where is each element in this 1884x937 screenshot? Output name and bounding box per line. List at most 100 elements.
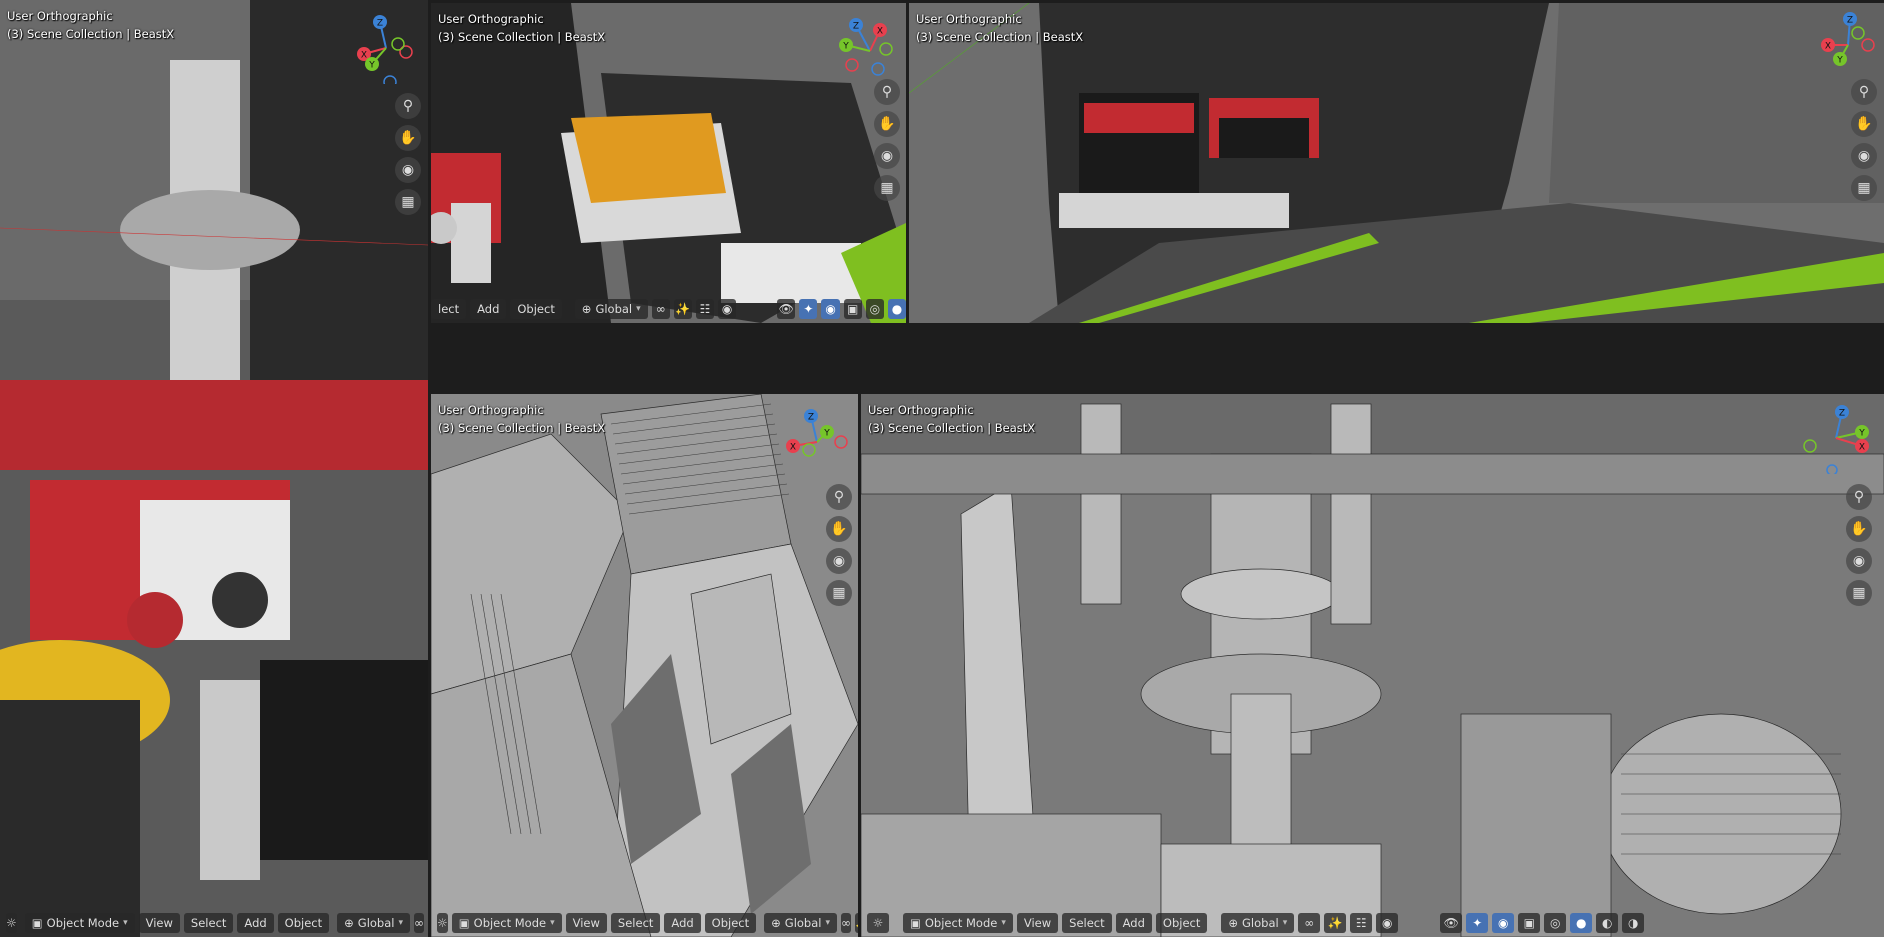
pivot-icon[interactable]: ∞ xyxy=(841,913,851,933)
add-menu[interactable]: Add xyxy=(1115,913,1152,933)
view-name: User Orthographic xyxy=(868,403,974,417)
camera-icon[interactable]: ◉ xyxy=(826,548,852,574)
chevron-down-icon: ▾ xyxy=(825,918,830,928)
snap-target-icon[interactable]: ☷ xyxy=(695,299,715,319)
editor-type-icon[interactable]: ☼ xyxy=(867,913,889,933)
snap-target-icon[interactable]: ☷ xyxy=(1350,913,1373,933)
object-menu[interactable]: Object xyxy=(704,913,757,933)
select-menu[interactable]: Select xyxy=(610,913,661,933)
pivot-icon[interactable]: ∞ xyxy=(1298,913,1321,933)
add-menu[interactable]: Add xyxy=(237,913,274,933)
proportional-edit-icon[interactable]: ◉ xyxy=(1376,913,1399,933)
viewport-info: User Orthographic (3) Scene Collection |… xyxy=(7,7,174,43)
proportional-edit-icon[interactable]: ◉ xyxy=(718,299,737,319)
chevron-down-icon: ▾ xyxy=(1282,918,1288,928)
viewport-bottom-right[interactable]: User Orthographic (3) Scene Collection |… xyxy=(861,394,1884,937)
overlay-toggle-icon[interactable]: ◉ xyxy=(1492,913,1515,933)
orientation-icon: ⊕ xyxy=(771,916,781,930)
navigation-gizmo[interactable]: Z X Y xyxy=(834,15,906,87)
camera-icon[interactable]: ◉ xyxy=(1846,548,1872,574)
orientation-icon: ⊕ xyxy=(1228,916,1239,930)
viewport-render xyxy=(909,3,1884,323)
pivot-icon[interactable]: ∞ xyxy=(414,913,424,933)
viewport-left[interactable]: User Orthographic (3) Scene Collection |… xyxy=(0,0,428,937)
mode-dropdown[interactable]: ▣ Object Mode ▾ xyxy=(903,913,1013,933)
transform-orientation-dropdown[interactable]: ⊕ Global ▾ xyxy=(1221,913,1295,933)
camera-icon[interactable]: ◉ xyxy=(395,157,421,183)
camera-icon[interactable]: ◉ xyxy=(874,143,900,169)
gizmo-toggle-icon[interactable]: ✦ xyxy=(799,299,818,319)
grid-icon[interactable]: ▦ xyxy=(1851,175,1877,201)
snap-icon[interactable]: ✨ xyxy=(855,913,858,933)
svg-text:Z: Z xyxy=(1839,409,1845,419)
transform-orientation-dropdown[interactable]: ⊕ Global ▾ xyxy=(574,299,648,319)
hand-pan-icon[interactable]: ✋ xyxy=(826,516,852,542)
add-menu[interactable]: Add xyxy=(470,299,507,319)
xray-icon[interactable]: ▣ xyxy=(1518,913,1541,933)
grid-icon[interactable]: ▦ xyxy=(395,189,421,215)
viewport-top-middle-nav: ⚲ ✋ ◉ ▦ xyxy=(874,79,900,201)
hand-pan-icon[interactable]: ✋ xyxy=(1846,516,1872,542)
viewport-bottom-middle[interactable]: User Orthographic (3) Scene Collection |… xyxy=(431,394,858,937)
mode-dropdown[interactable]: ▣ Object Mode ▾ xyxy=(24,913,135,933)
xray-icon[interactable]: ▣ xyxy=(843,299,862,319)
material-shading-icon[interactable]: ◐ xyxy=(1596,913,1619,933)
wireframe-shading-icon[interactable]: ◎ xyxy=(865,299,884,319)
viewport-top-middle[interactable]: User Orthographic (3) Scene Collection |… xyxy=(431,3,906,323)
camera-icon[interactable]: ◉ xyxy=(1851,143,1877,169)
grid-icon[interactable]: ▦ xyxy=(874,175,900,201)
rendered-shading-icon[interactable]: ◑ xyxy=(1622,913,1645,933)
overlay-toggle-icon[interactable]: ◉ xyxy=(821,299,840,319)
svg-text:Y: Y xyxy=(368,61,375,71)
zoom-icon[interactable]: ⚲ xyxy=(826,484,852,510)
grid-icon[interactable]: ▦ xyxy=(1846,580,1872,606)
object-menu[interactable]: Object xyxy=(1155,913,1208,933)
transform-orientation-dropdown[interactable]: ⊕ Global ▾ xyxy=(337,913,410,933)
view-menu[interactable]: View xyxy=(565,913,607,933)
editor-type-icon[interactable]: ☼ xyxy=(437,913,448,933)
zoom-icon[interactable]: ⚲ xyxy=(395,93,421,119)
visibility-icon[interactable]: 👁 xyxy=(777,299,796,319)
hand-pan-icon[interactable]: ✋ xyxy=(395,125,421,151)
navigation-gizmo[interactable]: Z Y X xyxy=(1800,402,1872,474)
zoom-icon[interactable]: ⚲ xyxy=(1851,79,1877,105)
visibility-icon[interactable]: 👁 xyxy=(1440,913,1463,933)
zoom-icon[interactable]: ⚲ xyxy=(1846,484,1872,510)
zoom-icon[interactable]: ⚲ xyxy=(874,79,900,105)
editor-type-icon[interactable]: ☼ xyxy=(6,913,17,933)
hand-pan-icon[interactable]: ✋ xyxy=(874,111,900,137)
add-menu[interactable]: Add xyxy=(664,913,701,933)
view-name: User Orthographic xyxy=(438,12,544,26)
collection-name: (3) Scene Collection | BeastX xyxy=(7,27,175,41)
navigation-gizmo[interactable]: Z X Y xyxy=(350,12,422,84)
viewport-info: User Orthographic (3) Scene Collection |… xyxy=(868,401,1035,437)
wireframe-shading-icon[interactable]: ◎ xyxy=(1544,913,1567,933)
svg-text:Z: Z xyxy=(808,413,814,423)
view-name: User Orthographic xyxy=(438,403,544,417)
view-menu[interactable]: View xyxy=(1016,913,1059,933)
svg-text:Z: Z xyxy=(1847,16,1853,26)
mode-label: Object Mode xyxy=(473,916,547,930)
mode-dropdown[interactable]: ▣ Object Mode ▾ xyxy=(451,913,562,933)
solid-shading-icon[interactable]: ● xyxy=(887,299,906,319)
grid-icon[interactable]: ▦ xyxy=(826,580,852,606)
select-menu[interactable]: lect xyxy=(431,299,467,319)
object-menu[interactable]: Object xyxy=(277,913,330,933)
viewport-top-right[interactable]: User Orthographic (3) Scene Collection |… xyxy=(909,3,1884,323)
snap-icon[interactable]: ✨ xyxy=(1324,913,1347,933)
select-menu[interactable]: Select xyxy=(1062,913,1112,933)
svg-text:X: X xyxy=(877,27,883,37)
pivot-icon[interactable]: ∞ xyxy=(651,299,670,319)
hand-pan-icon[interactable]: ✋ xyxy=(1851,111,1877,137)
view-menu[interactable]: View xyxy=(138,913,180,933)
mode-label: Object Mode xyxy=(46,916,120,930)
solid-shading-icon[interactable]: ● xyxy=(1570,913,1593,933)
select-menu[interactable]: Select xyxy=(183,913,234,933)
gizmo-toggle-icon[interactable]: ✦ xyxy=(1466,913,1489,933)
transform-orientation-dropdown[interactable]: ⊕ Global ▾ xyxy=(764,913,837,933)
snap-icon[interactable]: ✨ xyxy=(673,299,692,319)
chevron-down-icon: ▾ xyxy=(550,918,555,928)
navigation-gizmo[interactable]: Z Y X xyxy=(781,406,853,478)
object-menu[interactable]: Object xyxy=(510,299,562,319)
navigation-gizmo[interactable]: Z X Y xyxy=(1812,9,1884,81)
